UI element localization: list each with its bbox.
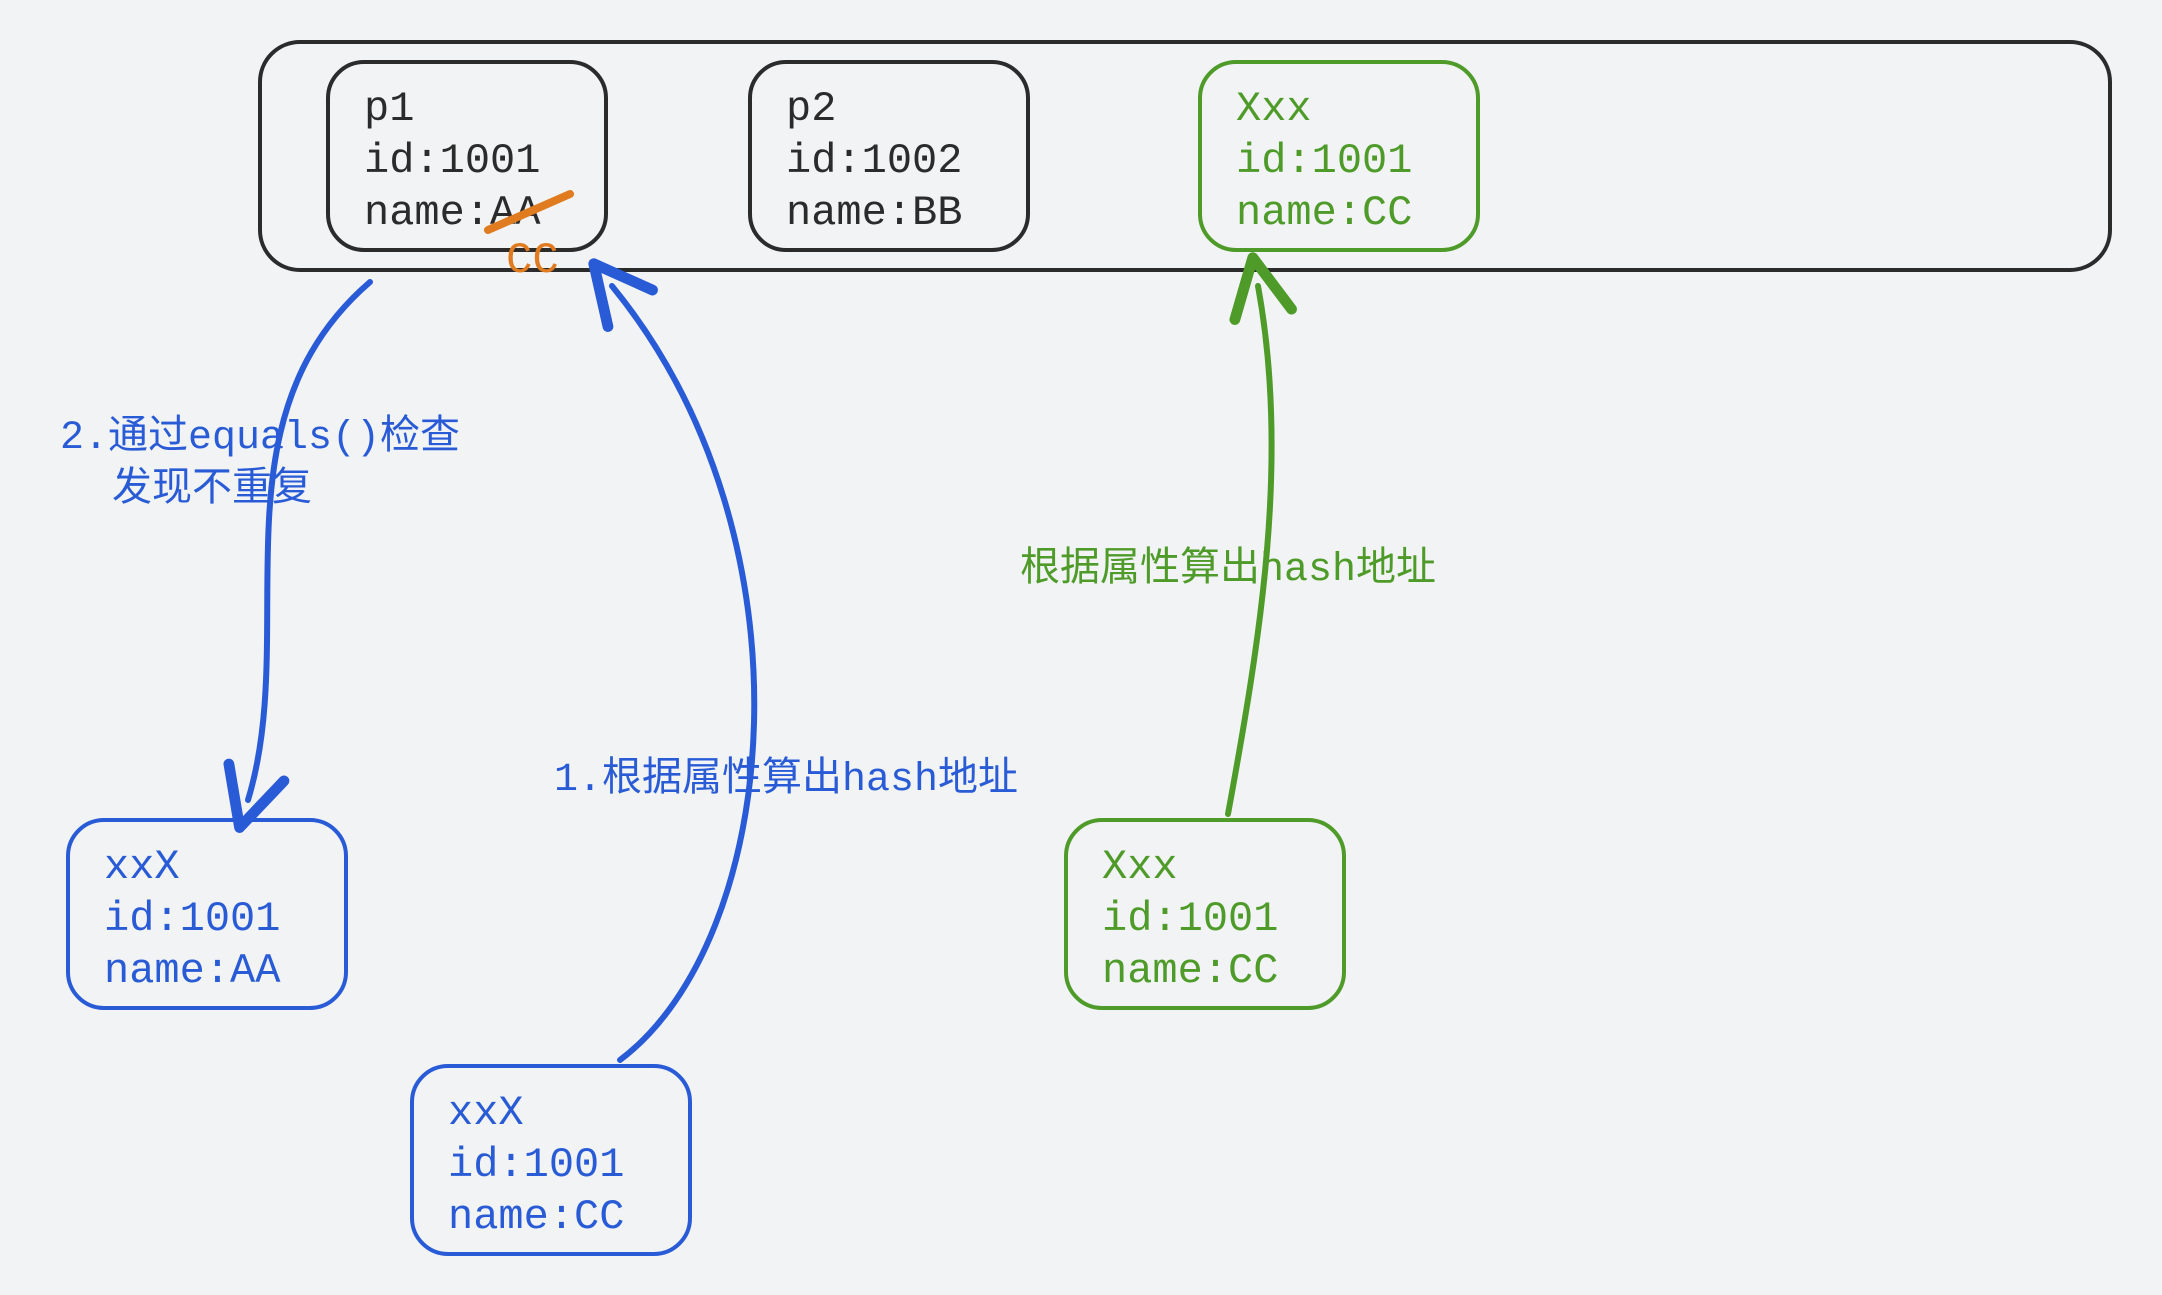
node-green-bottom: Xxx id:1001 name:CC	[1066, 820, 1344, 1008]
slot-p1: p1 id:1001 name:AA CC	[328, 62, 606, 286]
node-blue-mid: xxX id:1001 name:CC	[412, 1066, 690, 1254]
node-blue-mid-line2: id:1001	[448, 1141, 624, 1189]
slot-xxx-green: Xxx id:1001 name:CC	[1200, 62, 1478, 250]
slot-xxx-green-line1: Xxx	[1236, 85, 1312, 133]
node-green-bottom-line2: id:1001	[1102, 895, 1278, 943]
node-green-bottom-line3: name:CC	[1102, 947, 1278, 995]
slot-p2-line1: p2	[786, 85, 836, 133]
label-blue-arrow-1: 1.根据属性算出hash地址	[554, 755, 1018, 803]
label-blue-arrow-2-line1: 2.通过equals()检查	[60, 413, 460, 461]
slot-xxx-green-line2: id:1001	[1236, 137, 1412, 185]
node-blue-left: xxX id:1001 name:AA	[68, 820, 346, 1008]
slot-p1-line1: p1	[364, 85, 414, 133]
node-blue-mid-line3: name:CC	[448, 1193, 624, 1241]
slot-p1-replacement: CC	[506, 236, 559, 286]
node-blue-left-line3: name:AA	[104, 947, 281, 995]
arrow-blue-2	[248, 282, 370, 800]
node-blue-mid-line1: xxX	[448, 1089, 524, 1137]
label-green-arrow: 根据属性算出hash地址	[1020, 545, 1436, 593]
slot-p2-line3: name:BB	[786, 189, 962, 237]
label-blue-arrow-2-line2: 发现不重复	[112, 465, 312, 513]
slot-p1-line3: name:AA	[364, 189, 541, 237]
slot-p1-name-prefix: name:	[364, 189, 490, 237]
node-green-bottom-line1: Xxx	[1102, 843, 1178, 891]
arrow-blue-1	[612, 286, 754, 1060]
slot-p1-line2: id:1001	[364, 137, 540, 185]
node-blue-left-line2: id:1001	[104, 895, 280, 943]
slot-xxx-green-line3: name:CC	[1236, 189, 1412, 237]
slot-p2: p2 id:1002 name:BB	[750, 62, 1028, 250]
node-blue-left-line1: xxX	[104, 843, 180, 891]
slot-p2-line2: id:1002	[786, 137, 962, 185]
